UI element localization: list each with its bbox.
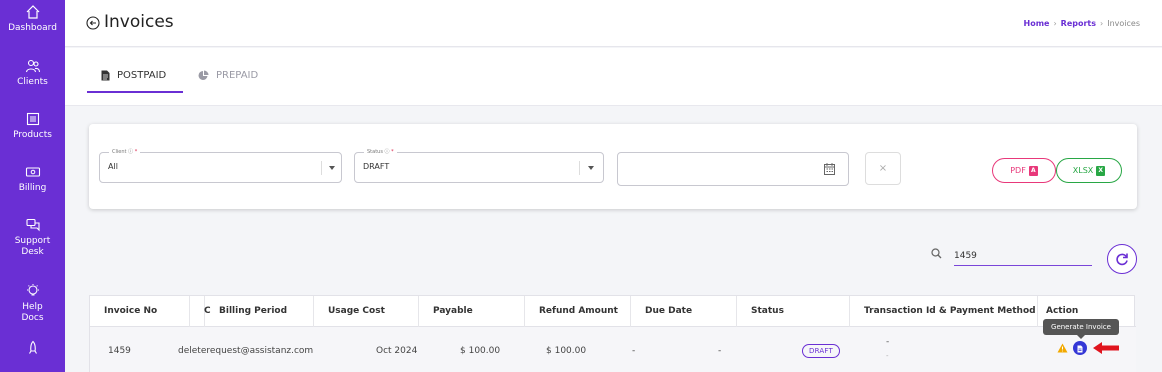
sidebar-item-label: Support bbox=[14, 236, 51, 246]
column-header-payable[interactable]: Payable bbox=[419, 296, 525, 327]
document-icon bbox=[1077, 345, 1083, 353]
clear-filter-button[interactable]: × bbox=[865, 152, 901, 185]
column-header-client[interactable]: C bbox=[190, 296, 211, 327]
calendar-icon[interactable] bbox=[824, 163, 835, 175]
generate-invoice-tooltip: Generate Invoice bbox=[1043, 319, 1119, 335]
required-mark: * bbox=[391, 149, 394, 155]
breadcrumb-home[interactable]: Home bbox=[1024, 19, 1050, 28]
column-header-due-date[interactable]: Due Date bbox=[631, 296, 737, 327]
tab-label: PREPAID bbox=[216, 70, 259, 81]
tab-label: POSTPAID bbox=[117, 70, 167, 81]
client-label-text: Client bbox=[112, 149, 127, 155]
cell-transaction-id: - bbox=[886, 337, 890, 347]
sidebar-item-rocket[interactable] bbox=[0, 340, 65, 356]
warning-icon[interactable] bbox=[1057, 343, 1068, 353]
breadcrumb-reports[interactable]: Reports bbox=[1061, 19, 1096, 28]
status-badge: DRAFT bbox=[802, 344, 840, 358]
info-icon: ⓘ bbox=[384, 149, 390, 155]
client-field-label: Client ⓘ * bbox=[109, 148, 141, 156]
red-arrow-icon bbox=[1093, 342, 1119, 354]
sidebar-item-label: Docs bbox=[21, 313, 44, 323]
sidebar-item-support-desk[interactable]: Support Desk bbox=[0, 217, 65, 258]
invoice-table: Invoice No C Billing Period Usage Cost P… bbox=[89, 295, 1136, 372]
status-select-value: DRAFT bbox=[363, 162, 390, 171]
breadcrumb: Home › Reports › Invoices bbox=[1024, 19, 1140, 28]
breadcrumb-current: Invoices bbox=[1107, 19, 1140, 28]
column-header-invoice-no[interactable]: Invoice No bbox=[90, 296, 190, 327]
select-divider bbox=[579, 161, 580, 175]
search-icon bbox=[931, 248, 942, 259]
column-header-usage-cost[interactable]: Usage Cost bbox=[314, 296, 419, 327]
status-label-text: Status bbox=[367, 149, 383, 155]
column-header-transaction[interactable]: Transaction Id & Payment Method bbox=[850, 296, 1038, 327]
sidebar-item-label: Clients bbox=[17, 77, 48, 87]
sidebar: Dashboard Clients Products Billing Suppo… bbox=[0, 0, 65, 372]
column-header-refund-amount[interactable]: Refund Amount bbox=[525, 296, 631, 327]
excel-file-icon: X bbox=[1096, 165, 1106, 176]
tooltip-caret bbox=[1077, 335, 1085, 339]
client-select[interactable]: Client ⓘ * All bbox=[99, 148, 342, 183]
required-mark: * bbox=[134, 149, 138, 155]
sidebar-item-label: Desk bbox=[21, 247, 44, 257]
sidebar-item-dashboard[interactable]: Dashboard bbox=[0, 4, 65, 34]
chevron-right-icon: › bbox=[1053, 19, 1057, 28]
sidebar-item-products[interactable]: Products bbox=[0, 111, 65, 141]
caret-down-icon[interactable] bbox=[329, 166, 335, 170]
sidebar-item-label: Dashboard bbox=[8, 23, 57, 33]
tab-bar: POSTPAID PREPAID bbox=[65, 48, 1162, 106]
sidebar-item-label: Help bbox=[22, 302, 43, 312]
users-icon bbox=[25, 59, 40, 73]
lightbulb-icon bbox=[26, 284, 39, 296]
page-title: Invoices bbox=[104, 12, 174, 32]
back-arrow-icon[interactable] bbox=[86, 16, 100, 30]
cell-client: deleterequest@assistanz.com bbox=[178, 346, 314, 356]
home-icon bbox=[26, 5, 39, 19]
filter-panel: Client ⓘ * All Status ⓘ * DRAFT × PDF A … bbox=[89, 124, 1137, 209]
refresh-button[interactable] bbox=[1107, 244, 1137, 274]
sidebar-item-label: Products bbox=[13, 130, 52, 140]
cell-usage-cost: $ 100.00 bbox=[460, 346, 501, 356]
cell-payment-method: - bbox=[886, 352, 889, 360]
status-field-label: Status ⓘ * bbox=[364, 148, 397, 156]
close-icon: × bbox=[878, 163, 888, 174]
xlsx-button-label: XLSX bbox=[1072, 166, 1094, 175]
client-select-value: All bbox=[108, 162, 118, 171]
tab-prepaid[interactable]: PREPAID bbox=[198, 70, 258, 81]
table-row[interactable]: 1459 deleterequest@assistanz.com Oct 202… bbox=[90, 327, 1136, 372]
refresh-icon bbox=[1116, 253, 1128, 266]
document-icon bbox=[101, 70, 110, 81]
sidebar-item-billing[interactable]: Billing bbox=[0, 164, 65, 194]
info-icon: ⓘ bbox=[128, 149, 134, 155]
active-tab-indicator bbox=[87, 91, 183, 93]
pie-chart-icon bbox=[198, 70, 209, 80]
export-xlsx-button[interactable]: XLSX X bbox=[1056, 158, 1122, 183]
sidebar-item-help-docs[interactable]: Help Docs bbox=[0, 283, 65, 324]
status-select[interactable]: Status ⓘ * DRAFT bbox=[354, 148, 604, 183]
chat-icon bbox=[25, 218, 40, 232]
search-input[interactable] bbox=[954, 246, 1092, 266]
page-header: Invoices Home › Reports › Invoices bbox=[65, 0, 1162, 47]
select-divider bbox=[321, 161, 322, 175]
cell-invoice-no: 1459 bbox=[108, 346, 131, 356]
pdf-button-label: PDF bbox=[1010, 166, 1026, 175]
products-icon bbox=[26, 112, 39, 126]
caret-down-icon[interactable] bbox=[588, 166, 594, 170]
cell-refund-amount: - bbox=[632, 346, 636, 356]
generate-invoice-icon[interactable] bbox=[1073, 341, 1087, 355]
pdf-file-icon: A bbox=[1028, 165, 1038, 176]
column-header-billing-period[interactable]: Billing Period bbox=[205, 296, 314, 327]
rocket-icon bbox=[28, 340, 37, 354]
billing-icon bbox=[25, 167, 40, 177]
column-header-status[interactable]: Status bbox=[737, 296, 850, 327]
tab-postpaid[interactable]: POSTPAID bbox=[101, 70, 166, 81]
date-range-input[interactable] bbox=[617, 152, 849, 186]
cell-due-date: - bbox=[718, 346, 722, 356]
cell-billing-period: Oct 2024 bbox=[376, 346, 418, 356]
cell-payable: $ 100.00 bbox=[546, 346, 587, 356]
sidebar-item-label: Billing bbox=[18, 183, 47, 193]
export-pdf-button[interactable]: PDF A bbox=[992, 158, 1056, 183]
table-header: Invoice No C Billing Period Usage Cost P… bbox=[90, 296, 1136, 327]
sidebar-item-clients[interactable]: Clients bbox=[0, 58, 65, 88]
chevron-right-icon: › bbox=[1100, 19, 1104, 28]
